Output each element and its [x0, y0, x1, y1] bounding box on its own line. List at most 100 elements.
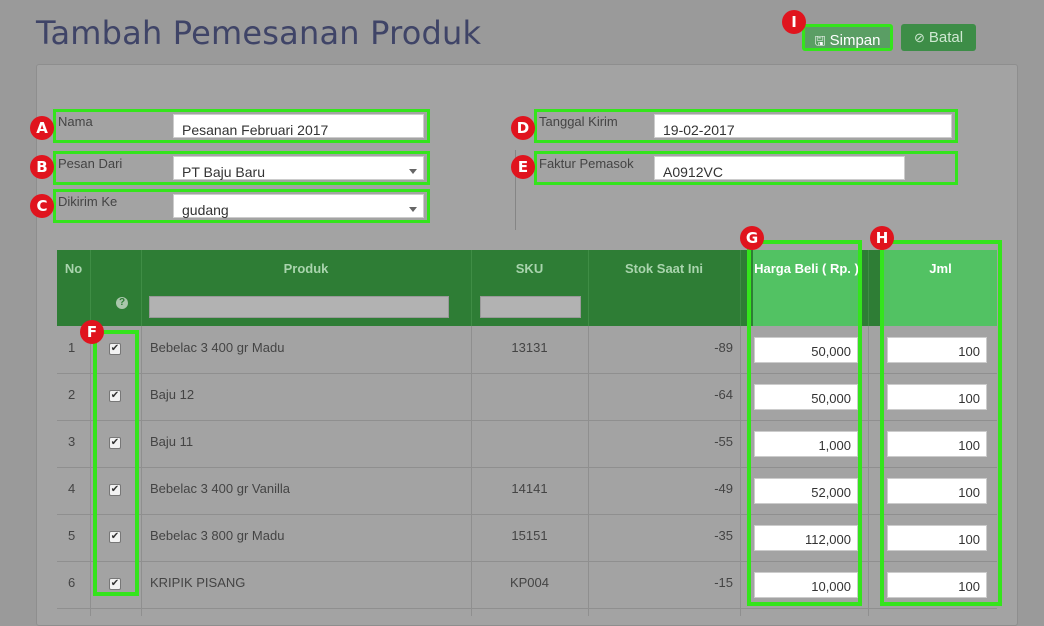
faktur-pemasok-input[interactable]: A0912VC [654, 156, 905, 180]
save-button[interactable]: 🖫 Simpan [802, 24, 893, 51]
cell-no: 5 [68, 528, 76, 543]
annotation-badge: B [30, 155, 54, 179]
th-produk[interactable]: Produk [141, 250, 471, 288]
harga-input[interactable]: 112,000 [754, 525, 858, 551]
jml-input[interactable]: 100 [887, 384, 987, 410]
cell-sku: 14141 [511, 481, 548, 496]
th-sku[interactable]: SKU [471, 250, 588, 288]
produk-filter-input[interactable] [149, 296, 449, 318]
harga-header-fill [753, 288, 860, 326]
annotation-badge: F [80, 320, 104, 344]
tanggal-kirim-input[interactable]: 19-02-2017 [654, 114, 952, 138]
faktur-pemasok-label: Faktur Pemasok [539, 156, 634, 171]
annotation-badge: G [740, 226, 764, 250]
tanggal-kirim-label: Tanggal Kirim [539, 114, 618, 129]
jml-input[interactable]: 100 [887, 431, 987, 457]
cell-stok: -49 [714, 481, 733, 496]
row-separator [57, 467, 997, 468]
cell-no: 6 [68, 575, 76, 590]
cell-sku: KP004 [509, 575, 550, 590]
annotation-badge: A [30, 116, 54, 140]
row-checkbox[interactable]: ✔ [109, 343, 121, 355]
cell-sku: 13131 [511, 340, 548, 355]
col-grid-line [141, 326, 142, 616]
cell-produk: KRIPIK PISANG [150, 575, 246, 590]
cancel-button[interactable]: ⊘ Batal [901, 24, 976, 51]
col-separator [90, 250, 91, 326]
cell-no: 1 [68, 340, 76, 355]
cell-produk: Bebelac 3 400 gr Madu [150, 340, 285, 355]
cell-stok: -15 [714, 575, 733, 590]
jml-input[interactable]: 100 [887, 525, 987, 551]
cell-stok: -35 [714, 528, 733, 543]
page-title: Tambah Pemesanan Produk [36, 14, 482, 52]
tanggal-kirim-row: Tanggal Kirim 19-02-2017 [534, 109, 958, 143]
annotation-badge: H [870, 226, 894, 250]
cell-produk: Bebelac 3 800 gr Madu [150, 528, 285, 543]
pesan-dari-row: Pesan Dari PT Baju Baru [53, 151, 430, 185]
cell-no: 2 [68, 387, 76, 402]
row-separator [57, 561, 997, 562]
nama-label: Nama [58, 114, 93, 129]
pesan-dari-value: PT Baju Baru [182, 164, 266, 180]
pesan-dari-label: Pesan Dari [58, 156, 123, 171]
cell-no: 3 [68, 434, 76, 449]
row-checkbox[interactable]: ✔ [109, 531, 121, 543]
cell-no: 4 [68, 481, 76, 496]
cell-stok: -89 [714, 340, 733, 355]
save-button-label: Simpan [829, 32, 881, 49]
jml-input[interactable]: 100 [887, 337, 987, 363]
cancel-button-label: Batal [928, 29, 964, 46]
harga-input[interactable]: 10,000 [754, 572, 858, 598]
faktur-pemasok-row: Faktur Pemasok A0912VC [534, 151, 958, 185]
row-checkbox[interactable]: ✔ [109, 484, 121, 496]
dikirim-ke-row: Dikirim Ke gudang [53, 189, 430, 223]
harga-input[interactable]: 52,000 [754, 478, 858, 504]
dikirim-ke-value: gudang [182, 202, 229, 218]
cell-stok: -64 [714, 387, 733, 402]
annotation-badge: E [511, 155, 535, 179]
cell-stok: -55 [714, 434, 733, 449]
harga-input[interactable]: 50,000 [754, 337, 858, 363]
harga-input[interactable]: 50,000 [754, 384, 858, 410]
col-separator [740, 250, 741, 326]
nama-row: Nama Pesanan Februari 2017 [53, 109, 430, 143]
row-separator [57, 373, 997, 374]
cell-sku: 15151 [511, 528, 548, 543]
annotation-badge: D [511, 116, 535, 140]
harga-input[interactable]: 1,000 [754, 431, 858, 457]
cell-produk: Bebelac 3 400 gr Vanilla [150, 481, 290, 496]
sku-filter-input[interactable] [480, 296, 581, 318]
jml-input[interactable]: 100 [887, 572, 987, 598]
jml-header-fill [884, 288, 997, 326]
col-grid-line [90, 326, 91, 616]
col-separator [868, 250, 869, 326]
chevron-down-icon [409, 169, 417, 174]
floppy-icon: 🖫 [814, 33, 826, 48]
cell-produk: Baju 11 [150, 434, 194, 449]
dikirim-ke-select[interactable]: gudang [173, 194, 424, 218]
annotation-badge: C [30, 194, 54, 218]
annotation-badge: I [782, 10, 806, 34]
nama-input[interactable]: Pesanan Februari 2017 [173, 114, 424, 138]
chevron-down-icon [409, 207, 417, 212]
ban-icon: ⊘ [913, 30, 925, 45]
dikirim-ke-label: Dikirim Ke [58, 194, 118, 209]
row-separator [57, 608, 997, 609]
row-separator [57, 420, 997, 421]
row-separator [57, 514, 997, 515]
col-grid-line [740, 326, 741, 616]
jml-input[interactable]: 100 [887, 478, 987, 504]
cell-produk: Baju 12 [150, 387, 195, 402]
row-checkbox[interactable]: ✔ [109, 390, 121, 402]
col-grid-line [588, 326, 589, 616]
col-grid-line [868, 326, 869, 616]
row-checkbox[interactable]: ✔ [109, 437, 121, 449]
th-stok[interactable]: Stok Saat Ini [588, 250, 740, 288]
th-no: No [64, 261, 83, 276]
row-checkbox[interactable]: ✔ [109, 578, 121, 590]
th-jml[interactable]: Jml [884, 250, 997, 288]
help-icon[interactable]: ? [116, 297, 128, 309]
pesan-dari-select[interactable]: PT Baju Baru [173, 156, 424, 180]
th-harga[interactable]: Harga Beli ( Rp. ) [753, 250, 860, 288]
